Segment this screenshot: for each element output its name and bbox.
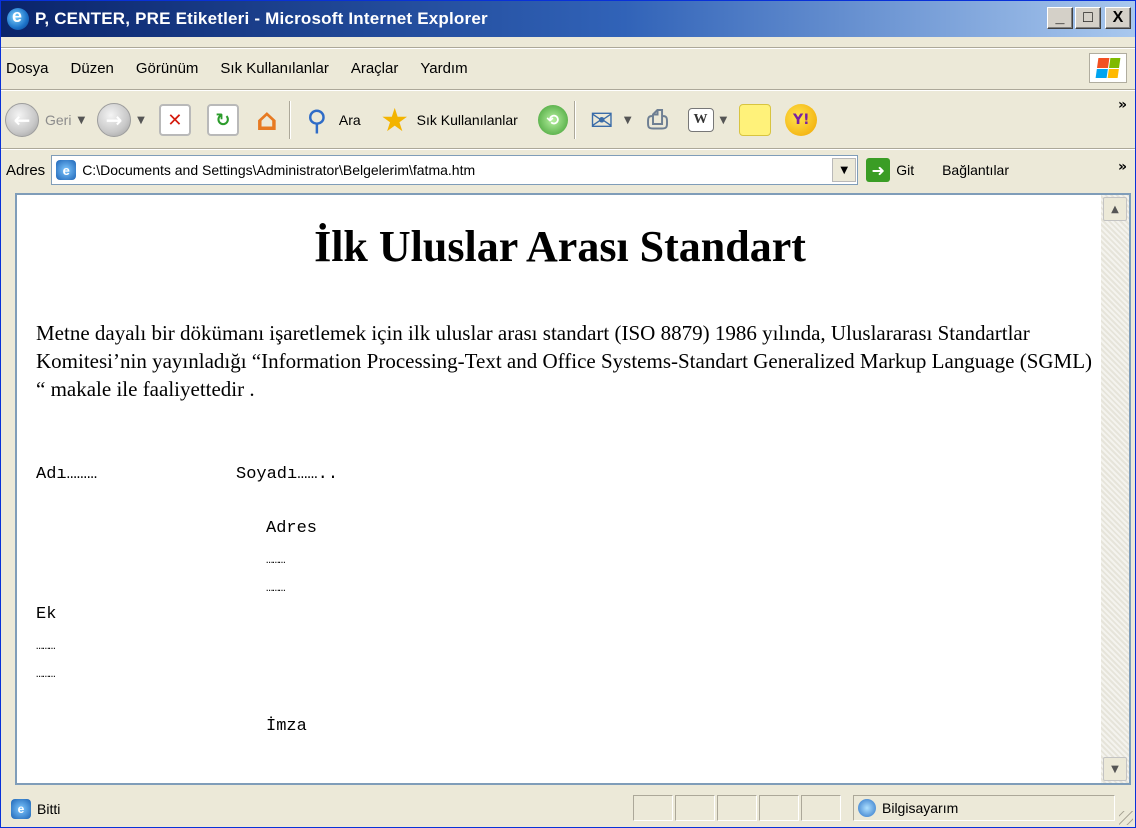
address-line-2: ……… <box>266 581 286 595</box>
address-field-label: Adres <box>266 519 318 538</box>
refresh-button[interactable]: ↻ <box>206 98 239 142</box>
status-panes <box>633 795 843 821</box>
forward-dropdown-icon[interactable]: ▼ <box>137 115 145 126</box>
ek-line-1: ……… <box>36 639 56 653</box>
status-pane <box>633 795 673 821</box>
address-value[interactable]: C:\Documents and Settings\Administrator\… <box>82 162 475 178</box>
links-overflow-icon[interactable]: » <box>1118 159 1127 175</box>
messenger-icon: Y! <box>785 104 818 136</box>
back-dropdown-icon[interactable]: ▼ <box>77 115 85 126</box>
menu-favorites[interactable]: Sık Kullanılanlar <box>209 60 339 77</box>
favorites-button[interactable]: ★ Sık Kullanılanlar <box>379 98 518 142</box>
go-button[interactable]: ➜ Git <box>866 158 914 182</box>
status-pane <box>801 795 841 821</box>
back-button[interactable]: ← Geri ▼ <box>5 98 85 142</box>
computer-icon <box>858 799 876 817</box>
scroll-up-icon[interactable]: ▲ <box>1103 197 1127 221</box>
refresh-icon: ↻ <box>206 104 239 136</box>
ie-logo-icon <box>7 6 29 30</box>
title-bar: P, CENTER, PRE Etiketleri - Microsoft In… <box>1 1 1135 37</box>
security-zone: Bilgisayarım <box>853 795 1115 821</box>
scroll-down-icon[interactable]: ▼ <box>1103 757 1127 781</box>
page-icon: e <box>56 160 77 180</box>
maximize-button[interactable]: □ <box>1075 7 1101 29</box>
messenger-button[interactable]: Y! <box>785 98 818 142</box>
home-icon: ⌂ <box>256 102 278 138</box>
zone-label: Bilgisayarım <box>882 800 959 816</box>
stop-icon: ✕ <box>158 104 191 136</box>
ek-line-2: ……… <box>36 667 56 681</box>
minimize-button[interactable]: _ <box>1047 7 1073 29</box>
go-arrow-icon: ➜ <box>866 158 891 182</box>
mail-dropdown-icon[interactable]: ▼ <box>624 115 632 126</box>
search-label: Ara <box>338 112 361 128</box>
word-icon: W <box>687 108 714 132</box>
address-bar: Adres e C:\Documents and Settings\Admini… <box>1 151 1135 189</box>
favorites-label: Sık Kullanılanlar <box>416 112 518 128</box>
history-button[interactable]: ⟲ <box>537 98 568 142</box>
menu-edit[interactable]: Düzen <box>60 60 125 77</box>
window-title: P, CENTER, PRE Etiketleri - Microsoft In… <box>35 9 488 28</box>
stop-button[interactable]: ✕ <box>158 98 191 142</box>
toolbar-overflow-icon[interactable]: » <box>1118 97 1127 113</box>
document: İlk Uluslar Arası Standart Metne dayalı … <box>17 195 1103 783</box>
status-text: Bitti <box>37 801 61 817</box>
forward-button[interactable]: → ▼ <box>97 98 145 142</box>
resize-grip-icon[interactable] <box>1119 811 1133 825</box>
surname-field-label: Soyadı…….. <box>236 465 339 484</box>
browser-window: P, CENTER, PRE Etiketleri - Microsoft In… <box>0 0 1136 828</box>
star-icon: ★ <box>380 101 409 139</box>
name-field-label: Adı……… <box>36 465 98 484</box>
status-bar: e Bitti Bilgisayarım <box>1 791 1135 827</box>
close-button[interactable]: X <box>1105 7 1131 29</box>
window-controls: _ □ X <box>1047 7 1131 29</box>
home-button[interactable]: ⌂ <box>251 98 283 142</box>
note-icon <box>739 104 772 136</box>
windows-logo-icon <box>1089 53 1127 83</box>
page-done-icon: e <box>11 799 31 819</box>
divider <box>1 89 1135 91</box>
status-pane <box>759 795 799 821</box>
mail-button[interactable]: ✉ ▼ <box>586 98 632 142</box>
menu-view[interactable]: Görünüm <box>125 60 210 77</box>
mail-icon: ✉ <box>590 103 614 137</box>
menu-bar: Dosya Düzen Görünüm Sık Kullanılanlar Ar… <box>1 49 1135 87</box>
toolbar-separator <box>288 101 291 139</box>
print-button[interactable]: ⎙ <box>642 98 674 142</box>
address-line-1: ……… <box>266 553 286 567</box>
edit-dropdown-icon[interactable]: ▼ <box>720 115 728 126</box>
links-button[interactable]: Bağlantılar <box>942 162 1009 178</box>
standard-toolbar: ← Geri ▼ → ▼ ✕ ↻ ⌂ ⚲ Ara ★ Sık Kullanıla… <box>1 93 1135 147</box>
address-input[interactable]: e C:\Documents and Settings\Administrato… <box>51 155 859 185</box>
status-pane <box>675 795 715 821</box>
content-area: İlk Uluslar Arası Standart Metne dayalı … <box>15 193 1131 785</box>
edit-button[interactable]: W ▼ <box>687 98 728 142</box>
address-dropdown-icon[interactable]: ▼ <box>832 158 857 182</box>
menu-file[interactable]: Dosya <box>1 60 60 77</box>
back-label: Geri <box>45 112 72 128</box>
search-icon: ⚲ <box>306 103 328 137</box>
signature-field-label: İmza <box>266 717 307 736</box>
intro-paragraph: Metne dayalı bir dökümanı işaretlemek iç… <box>36 321 1093 401</box>
discuss-button[interactable] <box>739 98 772 142</box>
history-icon: ⟲ <box>537 105 568 135</box>
address-label: Adres <box>6 161 46 179</box>
ek-field-label: Ek <box>36 605 57 624</box>
page-heading: İlk Uluslar Arası Standart <box>314 222 806 271</box>
vertical-scrollbar[interactable]: ▲ ▼ <box>1101 195 1129 783</box>
back-arrow-icon: ← <box>5 103 39 137</box>
menu-tools[interactable]: Araçlar <box>340 60 410 77</box>
toolbar-separator <box>573 101 576 139</box>
printer-icon: ⎙ <box>647 104 668 135</box>
divider <box>1 148 1135 150</box>
forward-arrow-icon: → <box>97 103 132 137</box>
search-button[interactable]: ⚲ Ara <box>301 98 361 142</box>
menu-help[interactable]: Yardım <box>409 60 478 77</box>
go-label: Git <box>896 162 915 178</box>
status-pane <box>717 795 757 821</box>
